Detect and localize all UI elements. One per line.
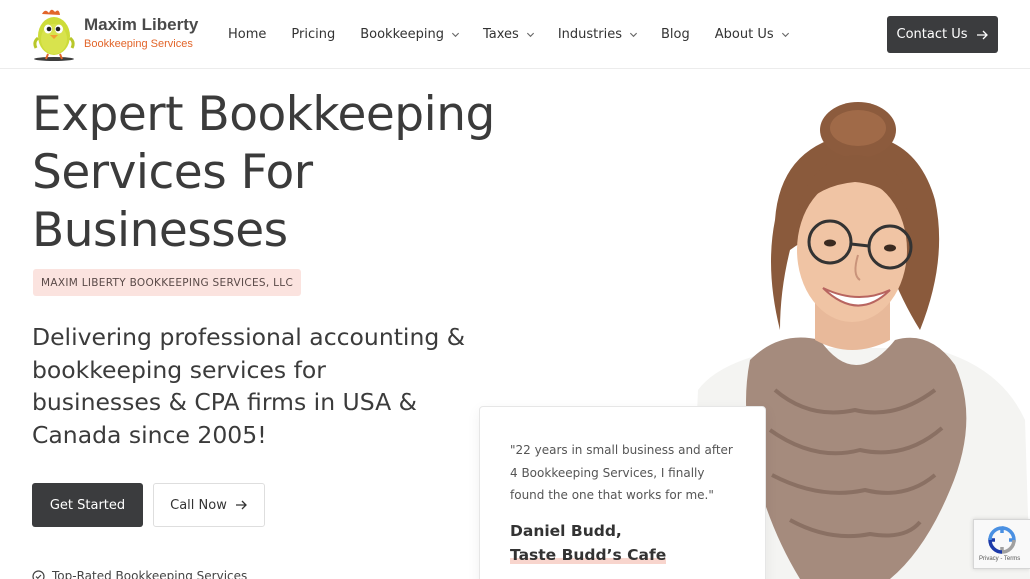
quote-line: "22 years in small business and after bbox=[510, 443, 733, 457]
chevron-down-icon bbox=[629, 32, 638, 37]
contact-us-button[interactable]: Contact Us bbox=[887, 16, 998, 53]
site-header: Maxim Liberty Bookkeeping Services Home … bbox=[0, 0, 1030, 69]
hero-subtitle-line: businesses & CPA firms in USA & bbox=[32, 388, 417, 416]
hero-title-line: Expert Bookkeeping bbox=[32, 87, 495, 142]
chick-mascot-icon bbox=[33, 9, 75, 61]
recaptcha-badge[interactable]: Privacy - Terms bbox=[973, 519, 1030, 569]
nav-label: Bookkeeping bbox=[360, 26, 444, 42]
logo-title: Maxim Liberty bbox=[84, 15, 199, 34]
company-badge: MAXIM LIBERTY BOOKKEEPING SERVICES, LLC bbox=[33, 269, 302, 296]
nav-item-home[interactable]: Home bbox=[228, 24, 266, 44]
author-company: Taste Budd’s Cafe bbox=[510, 546, 667, 564]
quote-line: found the one that works for me." bbox=[510, 488, 714, 502]
nav-item-taxes[interactable]: Taxes bbox=[483, 24, 535, 44]
nav-item-bookkeeping[interactable]: Bookkeeping bbox=[360, 24, 460, 44]
nav-item-blog[interactable]: Blog bbox=[661, 24, 690, 44]
recaptcha-links[interactable]: Privacy - Terms bbox=[979, 556, 1020, 562]
nav-item-pricing[interactable]: Pricing bbox=[291, 24, 335, 44]
quote-line: 4 Bookkeeping Services, I finally bbox=[510, 465, 705, 480]
contact-us-label: Contact Us bbox=[896, 27, 968, 42]
logo-tagline: Bookkeeping Services bbox=[84, 38, 193, 50]
nav-label: Blog bbox=[661, 26, 690, 42]
nav-label: Taxes bbox=[483, 26, 519, 42]
chevron-down-icon bbox=[526, 32, 534, 37]
nav-item-industries[interactable]: Industries bbox=[558, 24, 638, 44]
hero-title-line: Businesses bbox=[32, 203, 288, 258]
hero-subtitle-line: Delivering professional accounting & bbox=[32, 323, 466, 351]
get-started-label: Get Started bbox=[49, 497, 126, 513]
get-started-button[interactable]: Get Started bbox=[32, 483, 143, 527]
hero-title-line: Services For bbox=[32, 145, 313, 200]
call-now-button[interactable]: Call Now bbox=[153, 483, 265, 527]
recaptcha-logo-icon bbox=[988, 526, 1016, 554]
testimonial-quote: "22 years in small business and after 4 … bbox=[510, 439, 750, 507]
nav-label: Pricing bbox=[291, 26, 336, 42]
nav-label: About Us bbox=[714, 26, 774, 42]
nav-item-about-us[interactable]: About Us bbox=[715, 24, 790, 44]
hero-subtitle: Delivering professional accounting & boo… bbox=[32, 321, 482, 451]
nav-label: Home bbox=[228, 26, 267, 42]
arrow-right-icon bbox=[976, 30, 988, 39]
hero-subtitle-line: Canada since 2005! bbox=[32, 420, 267, 449]
feature-label: Top-Rated Bookkeeping Services bbox=[52, 569, 248, 579]
call-now-label: Call Now bbox=[170, 497, 227, 513]
testimonial-card: "22 years in small business and after 4 … bbox=[479, 406, 766, 579]
author-name: Daniel Budd, bbox=[510, 522, 622, 540]
logo[interactable]: Maxim Liberty Bookkeeping Services bbox=[32, 6, 202, 62]
main-nav: Home Pricing Bookkeeping Taxes Industrie… bbox=[228, 24, 790, 44]
chevron-down-icon bbox=[781, 32, 789, 37]
nav-label: Industries bbox=[557, 26, 622, 42]
arrow-right-icon bbox=[235, 500, 247, 510]
check-circle-icon bbox=[32, 569, 45, 579]
testimonial-author: Daniel Budd, Taste Budd’s Cafe bbox=[510, 519, 667, 567]
hero-title: Expert Bookkeeping Services For Business… bbox=[32, 86, 502, 260]
feature-item: Top-Rated Bookkeeping Services bbox=[32, 569, 247, 579]
chevron-down-icon bbox=[451, 32, 460, 37]
hero-subtitle-line: bookkeeping services for bbox=[32, 355, 326, 384]
